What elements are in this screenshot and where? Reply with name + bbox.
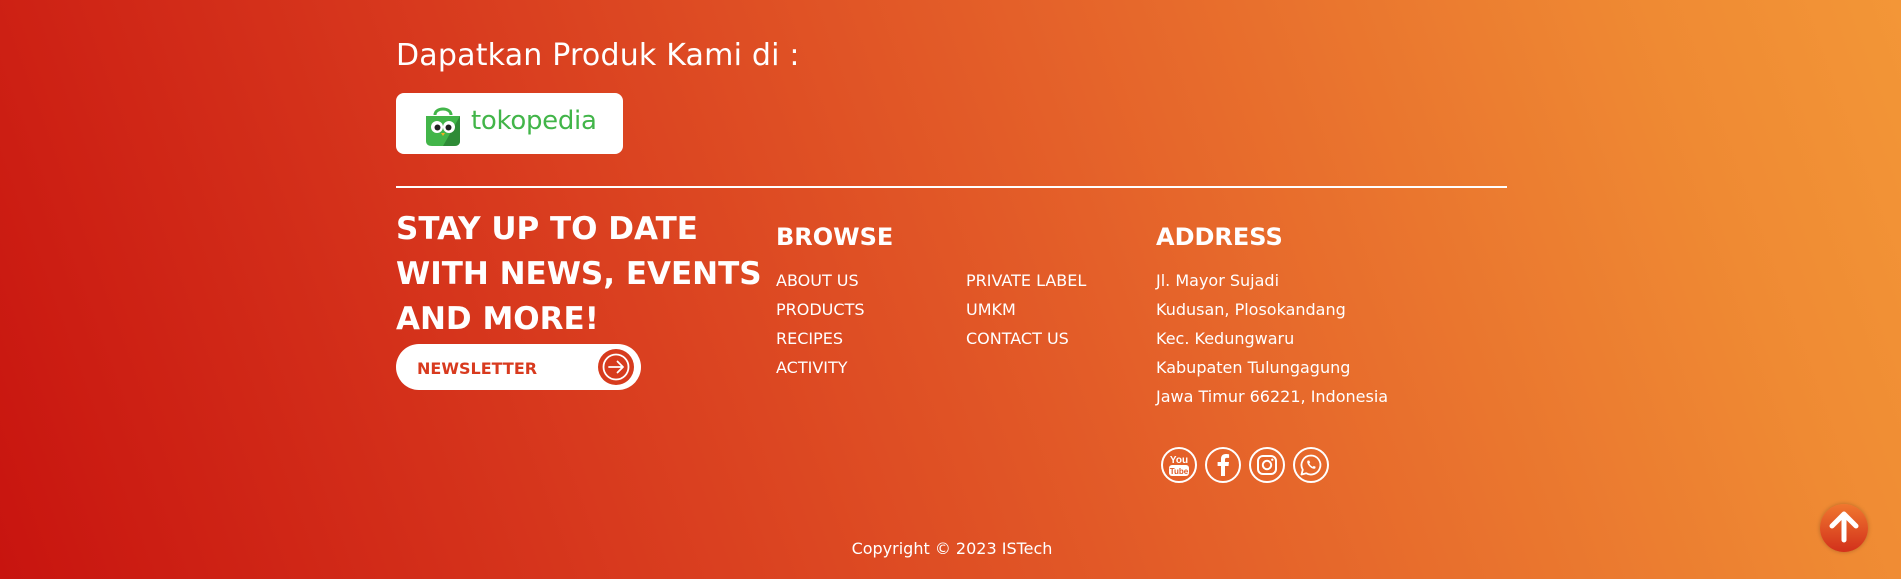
nav-link-about-us[interactable]: ABOUT US: [776, 266, 865, 295]
instagram-icon[interactable]: [1249, 447, 1285, 483]
marketplace-heading: Dapatkan Produk Kami di :: [396, 38, 800, 73]
arrow-right-icon: [598, 349, 634, 385]
tokopedia-link[interactable]: tokopedia: [396, 93, 623, 154]
youtube-icon[interactable]: You Tube: [1161, 447, 1197, 483]
newsletter-heading-line: STAY UP TO DATE: [396, 211, 698, 247]
tokopedia-owl-bag-icon: [423, 105, 463, 151]
newsletter-button-label: NEWSLETTER: [417, 359, 538, 378]
arrow-up-icon: [1824, 506, 1864, 550]
facebook-icon[interactable]: [1205, 447, 1241, 483]
address-lines: Jl. Mayor Sujadi Kudusan, Plosokandang K…: [1156, 266, 1388, 411]
newsletter-button[interactable]: NEWSLETTER: [396, 344, 641, 390]
scroll-to-top-button[interactable]: [1820, 504, 1868, 552]
nav-link-activity[interactable]: ACTIVITY: [776, 353, 865, 382]
social-links: You Tube: [1161, 447, 1329, 483]
nav-link-recipes[interactable]: RECIPES: [776, 324, 865, 353]
address-title: ADDRESS: [1156, 223, 1283, 251]
nav-link-contact-us[interactable]: CONTACT US: [966, 324, 1086, 353]
store-name: tokopedia: [471, 106, 597, 136]
newsletter-heading-line: WITH NEWS, EVENTS: [396, 256, 762, 292]
section-divider: [396, 186, 1507, 188]
newsletter-heading: STAY UP TO DATE WITH NEWS, EVENTS AND MO…: [396, 207, 762, 342]
nav-link-private-label[interactable]: PRIVATE LABEL: [966, 266, 1086, 295]
copyright-text: Copyright © 2023 ISTech: [851, 539, 1053, 558]
address-line: Jawa Timur 66221, Indonesia: [1156, 387, 1389, 406]
nav-link-products[interactable]: PRODUCTS: [776, 295, 865, 324]
address-line: Jl. Mayor Sujadi: [1156, 271, 1280, 290]
footer: Dapatkan Produk Kami di : tokopedia STAY…: [396, 0, 1508, 579]
nav-link-umkm[interactable]: UMKM: [966, 295, 1086, 324]
browse-title: BROWSE: [776, 223, 894, 251]
browse-links-column-2: PRIVATE LABEL UMKM CONTACT US: [966, 266, 1086, 353]
address-line: Kabupaten Tulungagung: [1156, 358, 1351, 377]
svg-text:Tube: Tube: [1170, 467, 1189, 476]
svg-text:You: You: [1170, 455, 1188, 466]
address-line: Kudusan, Plosokandang: [1156, 300, 1346, 319]
browse-links-column-1: ABOUT US PRODUCTS RECIPES ACTIVITY: [776, 266, 865, 382]
whatsapp-icon[interactable]: [1293, 447, 1329, 483]
newsletter-heading-line: AND MORE!: [396, 301, 599, 337]
address-line: Kec. Kedungwaru: [1156, 329, 1295, 348]
